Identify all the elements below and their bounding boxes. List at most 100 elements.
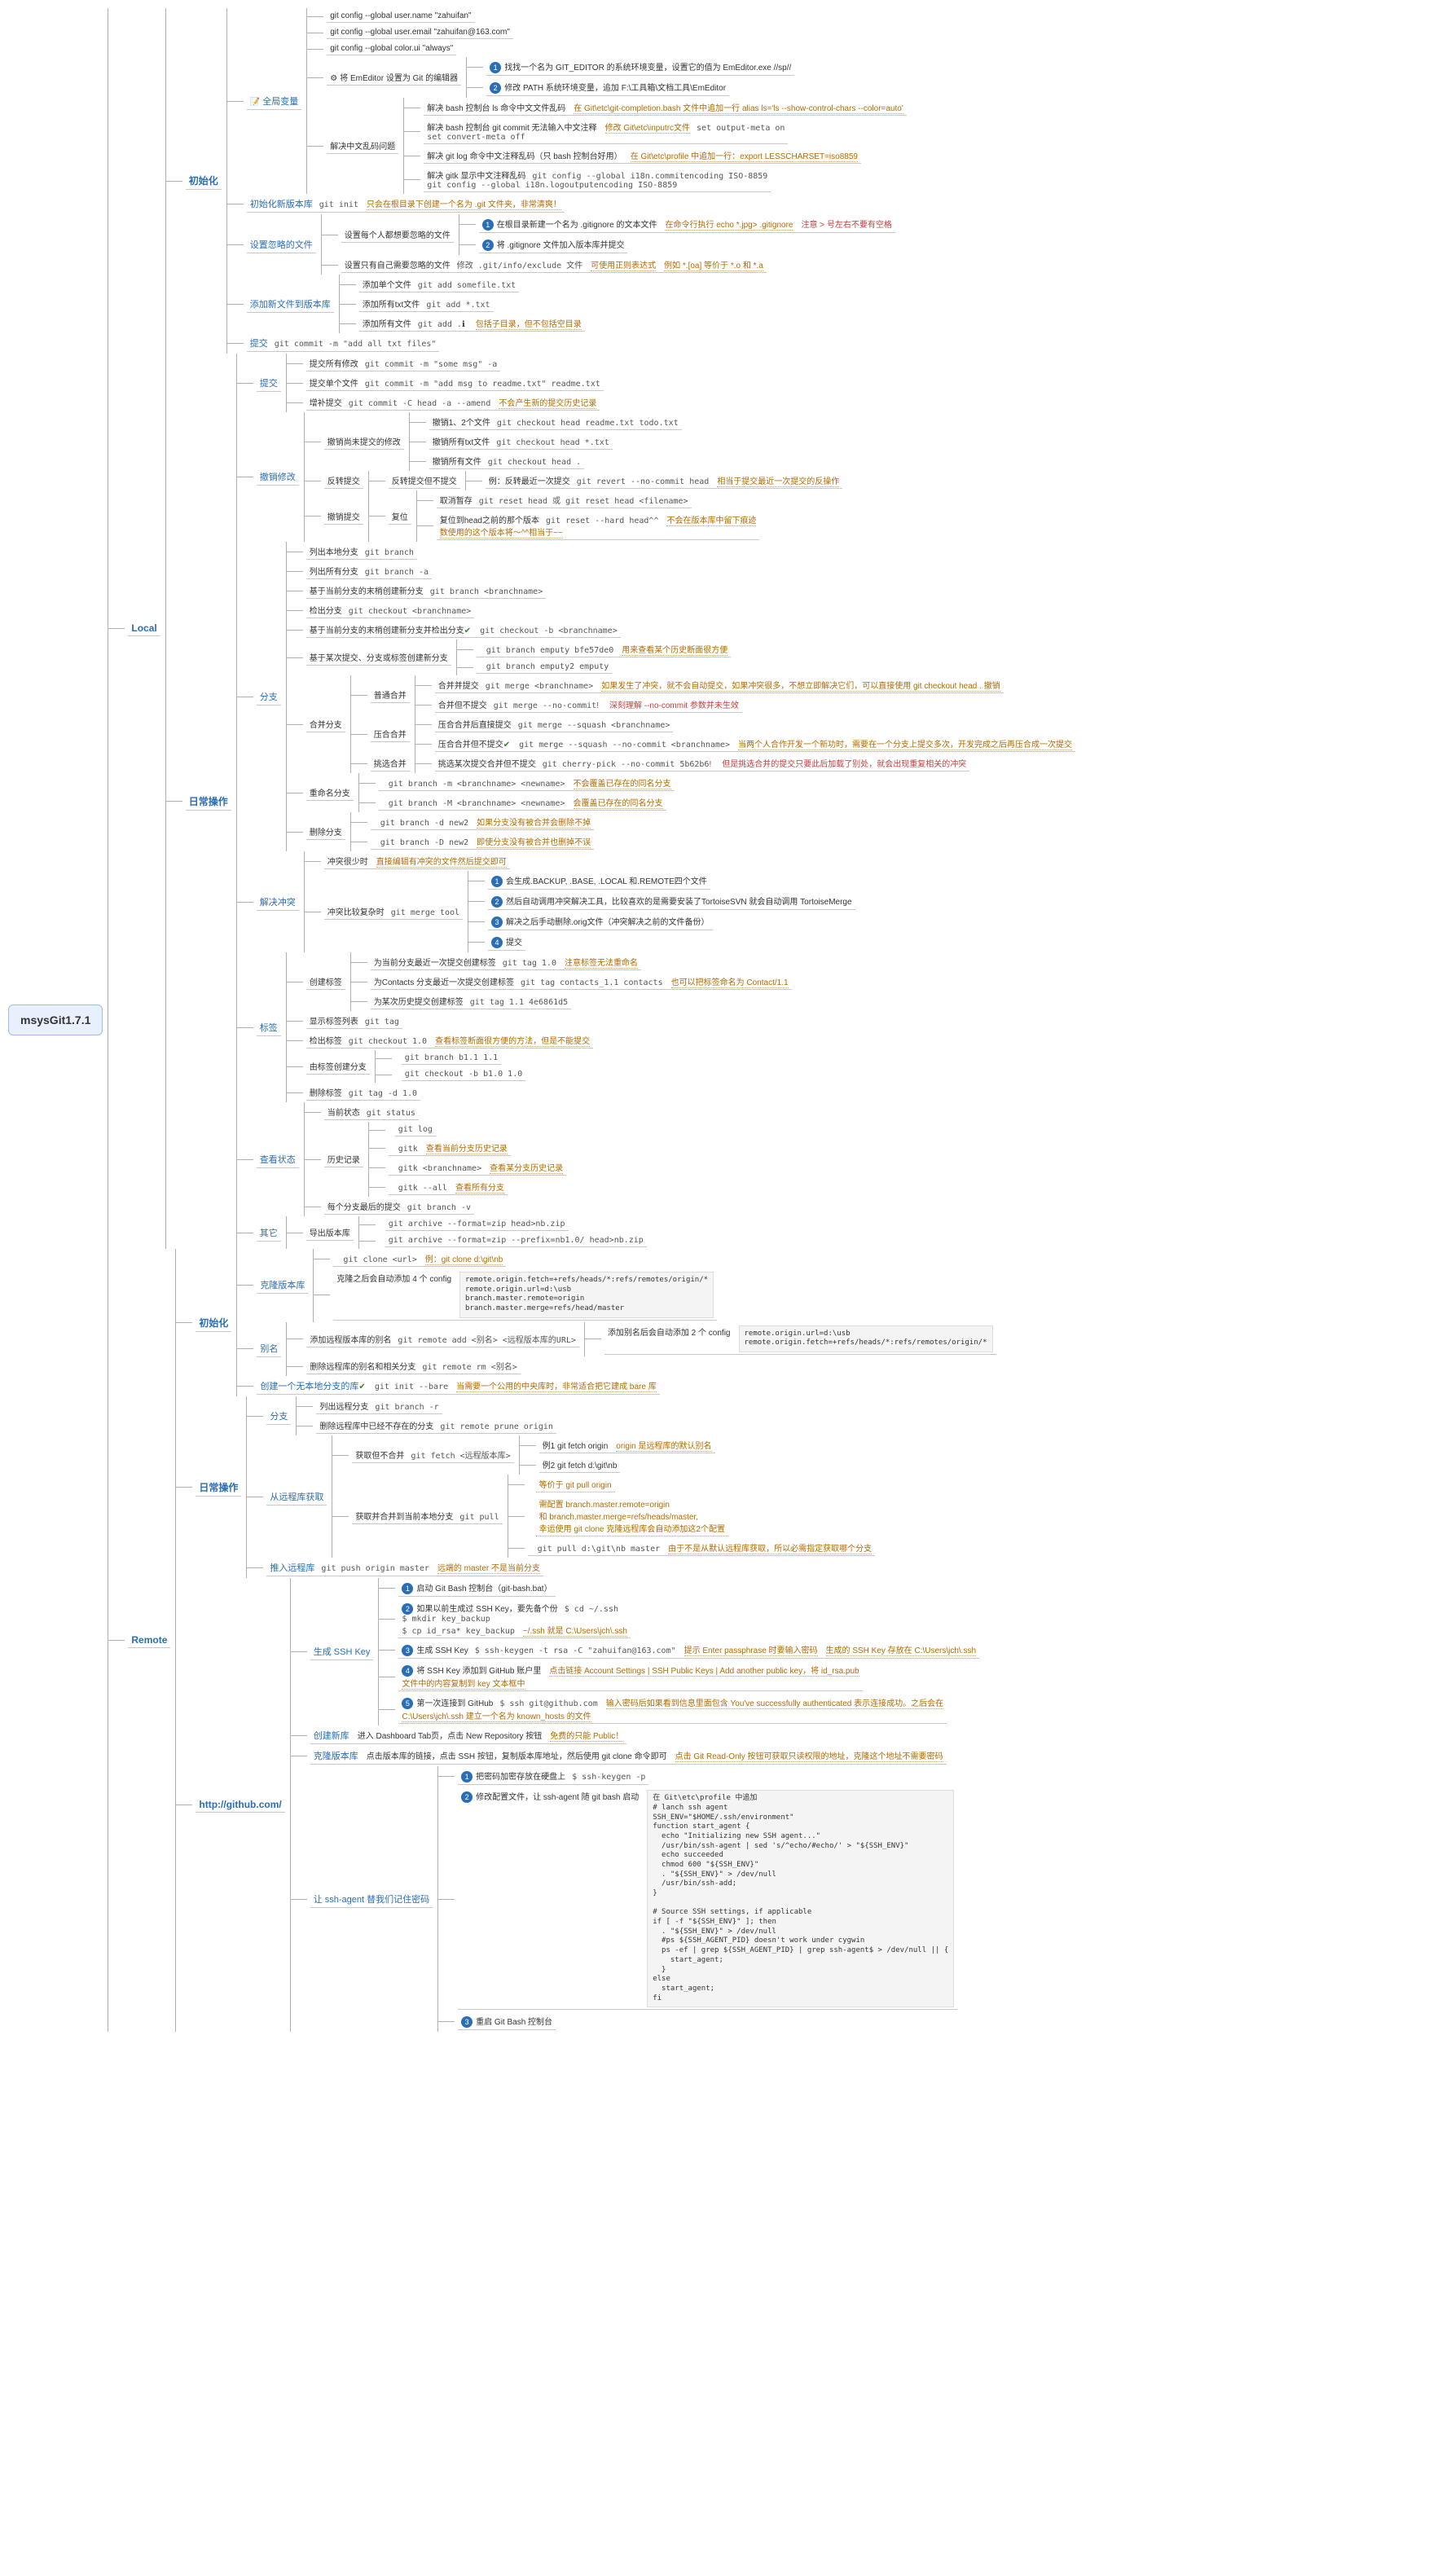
conf-b2: 2然后自动调用冲突解决工具，比较喜欢的是需要安装了TortoiseSVN 就会自… [488, 893, 855, 910]
export-a: git archive --format=zip head>nb.zip [385, 1218, 569, 1231]
gh-ag-s3: 3重启 Git Bash 控制台 [458, 2013, 556, 2030]
root-node: msysGit1.7.1 [8, 1004, 103, 1035]
merge-pa: 挑选某次提交合并但不提交git cherry-pick --no-commit … [435, 755, 969, 771]
cn-l1: 解决 bash 控制台 ls 命令中文文件乱码在 Git\etc\git-com… [424, 99, 907, 116]
r-fetch: 从远程库获取 [266, 1488, 327, 1506]
reset-b: 复位到head之前的那个版本git reset --hard head^^不会在… [437, 512, 760, 540]
daily-undo: 撤销修改 [257, 468, 299, 486]
gh-s5: 5第一次连接到 GitHub$ ssh git@github.com输入密码后如… [398, 1695, 947, 1724]
cn-l3: 解决 git log 命令中文注释乱码（只 bash 控制台好用）在 Git\e… [424, 147, 861, 164]
cn-l2: 解决 bash 控制台 git commit 无法输入中文注释修改 Git\et… [424, 119, 788, 144]
add-txt: 添加所有txt文件git add *.txt [359, 296, 494, 312]
st-b1: git log [395, 1123, 436, 1136]
ignore-all: 设置每个人都想要忽略的文件 [341, 226, 454, 243]
daily-commit: 提交 [257, 375, 281, 392]
r-branch: 分支 [266, 1408, 291, 1425]
reset: 撤销提交 [324, 508, 363, 525]
merge-na: 合并并提交git merge <branchname>如果发生了冲突，就不会自动… [435, 677, 1004, 693]
br-l3: 基于当前分支的末梢创建新分支git branch <branchname> [306, 582, 546, 599]
editor-set: ⚙将 EmEditor 设置为 Git 的编辑器 [327, 69, 461, 86]
gh-clone: 克隆版本库点击版本库的链接，点击 SSH 按钮，复制版本库地址，然后使用 git… [310, 1747, 947, 1765]
cfg-color: git config --global color.ui "always" [327, 42, 456, 55]
conf-a: 冲突很少时直接编辑有冲突的文件然后提交即可 [324, 853, 510, 869]
gh-ag-s2: 2修改配置文件，让 ssh-agent 随 git bash 启动在 Git\e… [458, 1788, 957, 2010]
tag-br: 由标签创建分支 [306, 1058, 370, 1075]
r-br-b: 删除远程库中已经不存在的分支git remote prune origin [316, 1418, 556, 1434]
gh-s2: 2如果以前生成过 SSH Key，要先备个份$ cd ~/.ssh $ mkdi… [398, 1600, 631, 1638]
global-vars: 📝全局变量 [247, 93, 301, 110]
r-br-a: 列出远程分支git branch -r [316, 1398, 442, 1414]
r-push: 推入远程库git push origin master远端的 master 不是… [266, 1559, 543, 1576]
tag: 标签 [257, 1019, 281, 1036]
r-clone-b: 克隆之后会自动添加 4 个 configremote.origin.fetch=… [333, 1270, 717, 1321]
revert: 反转提交 [324, 473, 363, 489]
undo-uncommitted: 撤销尚未提交的修改 [324, 433, 404, 450]
warn-icon: ! [596, 701, 599, 710]
revert-ex: 例：反转最近一次提交git revert --no-commit head相当于… [486, 473, 843, 489]
br-l2: 列出所有分支git branch -a [306, 563, 432, 579]
commit-amend: 增补提交git commit -C head -a --amend不会产生新的提… [306, 394, 600, 411]
conf-b3: 3解决之后手动删除.orig文件（冲突解决之前的文件备份） [488, 913, 712, 930]
note-icon: 📝 [250, 98, 260, 107]
r-alias-b: 删除远程库的别名和相关分支git remote rm <别名> [306, 1358, 520, 1374]
r-bare: 创建一个无本地分支的库✔git init --bare当需要一个公用的中央库时，… [257, 1378, 659, 1395]
st-b2: gitk查看当前分支历史记录 [389, 1140, 511, 1156]
merge-p: 挑选合并 [371, 755, 410, 771]
tag-co: 检出标签git checkout 1.0查看标签断面很方便的方法，但是不能提交 [306, 1032, 593, 1048]
cn-fix: 解决中文乱码问题 [327, 138, 398, 154]
r-alias: 别名 [257, 1340, 281, 1357]
export-b: git archive --format=zip --prefix=nb1.0/… [385, 1234, 647, 1247]
ignore-all-b2: 2将 .gitignore 文件加入版本库并提交 [479, 236, 628, 253]
r-clone: 克隆版本库 [257, 1277, 308, 1294]
check-icon: ✔ [503, 741, 510, 750]
r-clone-a: git clone <url>例：git clone d:\git\nb [333, 1251, 506, 1267]
r-alias-sub: 添加别名后会自动添加 2 个 configremote.origin.url=d… [604, 1324, 996, 1355]
br-l1: 列出本地分支git branch [306, 543, 417, 560]
reset-a: 取消暂存git reset head 或 git reset head <fil… [437, 492, 692, 508]
branch: 分支 [257, 688, 281, 706]
gh-new: 创建新库进入 Dashboard Tab页，点击 New Repository … [310, 1727, 627, 1744]
conf-b4: 4提交 [488, 934, 525, 951]
commit-init: 提交git commit -m "add all txt files" [247, 335, 440, 352]
add-files: 添加新文件到版本库 [247, 296, 334, 313]
remote-node: Remote [128, 1633, 170, 1648]
gear-icon: ⚙ [330, 74, 337, 83]
r-pull-n2: 需配置 branch.master.remote=origin 和 branch… [536, 1496, 728, 1536]
mindmap: msysGit1.7.1 Local 初始化 📝全局变量 git config … [8, 8, 1425, 2032]
r-alias-a: 添加远程版本库的别名git remote add <别名> <远程版本库的URL… [306, 1331, 578, 1347]
br-l4: 检出分支git checkout <branchname> [306, 602, 475, 618]
merge-n: 普通合并 [371, 687, 410, 703]
st-a: 当前状态git status [324, 1104, 419, 1120]
tag-list: 显示标签列表git tag [306, 1013, 402, 1029]
r-fetch-a: 获取但不合并git fetch <远程版本库> [352, 1447, 513, 1463]
del-b: git branch -D new2即使分支没有被合并也删掉不误 [371, 833, 594, 850]
init-repo: 初始化新版本库git init只会在根目录下创建一个名为 .git 文件夹，非常… [247, 196, 565, 213]
cfg-email: git config --global user.email "zahuifan… [327, 26, 513, 39]
rename-b: git branch -M <branchname> <newname>会覆盖已… [379, 794, 666, 811]
r-fetch-e2: 例2 git fetch d:\git\nb [539, 1457, 621, 1473]
tag-create: 创建标签 [306, 974, 345, 990]
del-a: git branch -d new2如果分支没有被合并会删除不掉 [371, 814, 594, 830]
editor-b2: 2修改 PATH 系统环境变量，追加 F:\工具箱\文档工具\EmEditor [486, 79, 729, 96]
r-fetch-e1: 例1 git fetch originorigin 是远程库的默认别名 [539, 1437, 715, 1453]
r-pull: 获取并合并到当前本地分支git pull [352, 1508, 502, 1524]
gh-s3: 3生成 SSH Key$ ssh-keygen -t rsa -C "zahui… [398, 1642, 979, 1659]
gh-s1: 1启动 Git Bash 控制台（git-bash.bat） [398, 1580, 555, 1597]
conf-b1: 1会生成.BACKUP, .BASE, .LOCAL 和.REMOTE四个文件 [488, 873, 710, 890]
editor-b1: 1找找一个名为 GIT_EDITOR 的系统环境变量，设置它的值为 EmEdit… [486, 59, 794, 76]
cn-l4: 解决 gitk 显示中文注释乱码git config --global i18n… [424, 167, 771, 192]
add-all: 添加所有文件git add .ℹ包括子目录，但不包括空目录 [359, 315, 585, 332]
tag-brb: git checkout -b b1.0 1.0 [402, 1068, 526, 1081]
status: 查看状态 [257, 1151, 299, 1168]
tag-del: 删除标签git tag -d 1.0 [306, 1084, 420, 1101]
warn-icon: ! [709, 760, 711, 769]
conf-b: 冲突比较复杂时git merge tool [324, 903, 463, 920]
del-br: 删除分支 [306, 824, 345, 840]
undo-z: 撤销所有文件git checkout head . [429, 453, 584, 469]
info-icon: ℹ [462, 320, 465, 329]
undo-x: 撤销1、2个文件git checkout head readme.txt tod… [429, 414, 682, 430]
local-init: 初始化 [186, 172, 222, 190]
ignore-self: 设置只有自己需要忽略的文件修改 .git/info/exclude 文件可使用正… [341, 257, 767, 273]
gh-agent: 让 ssh-agent 替我们记住密码 [310, 1891, 433, 1908]
tag-ca: 为当前分支最近一次提交创建标签git tag 1.0注意标签无法重命名 [371, 954, 641, 970]
